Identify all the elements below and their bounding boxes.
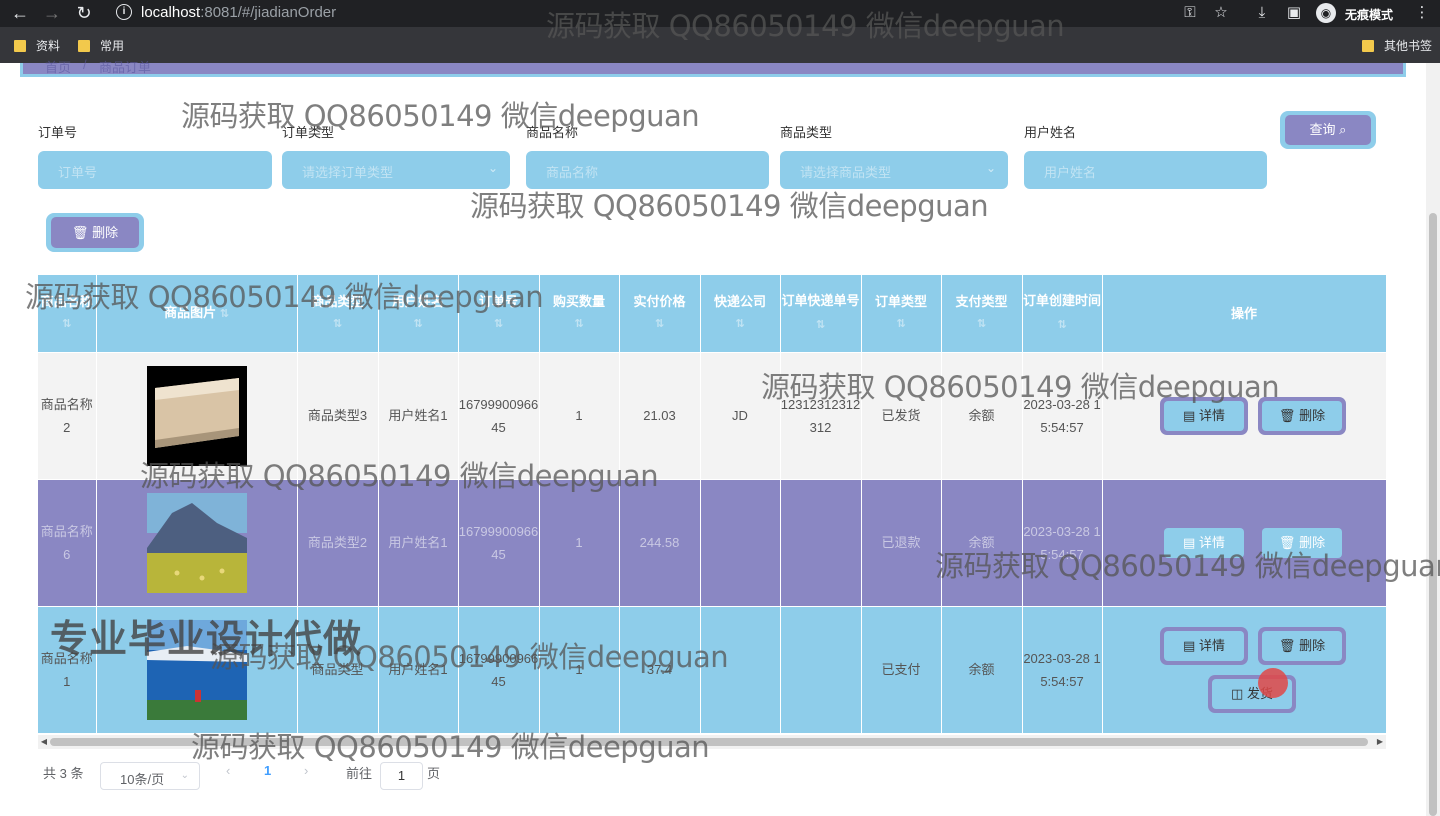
- search-icon: ⌕: [1339, 122, 1347, 137]
- folder-icon: [14, 40, 26, 52]
- cell-user: 用户姓名1: [378, 478, 459, 606]
- breadcrumb-separator: /: [83, 57, 87, 72]
- site-info-icon[interactable]: i: [116, 4, 132, 20]
- col-header[interactable]: 订单创建时间 ⇅: [1022, 275, 1103, 352]
- cell-actions: [1102, 605, 1387, 733]
- sort-icon[interactable]: ⇅: [379, 313, 458, 336]
- product-type-label: 商品类型: [780, 125, 833, 140]
- sidebar-icon[interactable]: ▣: [1284, 3, 1304, 23]
- vertical-scrollbar[interactable]: [1426, 63, 1440, 816]
- cell-name: 商品名称2: [38, 351, 97, 479]
- sort-icon[interactable]: ⇅: [540, 313, 619, 336]
- watermark: 源码获取 QQ86050149 微信deepguan: [25, 280, 544, 314]
- document-icon: ▤: [1183, 408, 1196, 423]
- forward-icon[interactable]: →: [42, 3, 62, 23]
- bookmark-folder[interactable]: 常用: [78, 37, 124, 54]
- product-image[interactable]: [146, 365, 247, 466]
- col-header[interactable]: 快递公司 ⇅: [700, 275, 781, 352]
- watermark: 源码获取 QQ86050149 微信deepguan: [181, 99, 700, 133]
- star-icon[interactable]: ☆: [1211, 3, 1231, 23]
- sort-icon[interactable]: ⇅: [298, 313, 378, 336]
- watermark: 源码获取 QQ86050149 微信deepguan: [140, 459, 659, 493]
- back-icon[interactable]: ←: [10, 3, 30, 23]
- bookmark-folder[interactable]: 资料: [14, 37, 60, 54]
- book-icon: ◫: [1231, 686, 1244, 701]
- watermark: 源码获取 QQ86050149 微信deepguan: [191, 730, 710, 764]
- sort-icon[interactable]: ⇅: [862, 313, 941, 336]
- col-header: 操作: [1102, 275, 1387, 352]
- trash-icon: 🗑: [1278, 638, 1296, 653]
- cell-order-type: 已支付: [861, 605, 942, 733]
- menu-icon[interactable]: ⋮: [1412, 3, 1432, 23]
- watermark: 源码获取 QQ86050149 微信deepguan: [470, 189, 989, 223]
- sort-icon[interactable]: ⇅: [816, 319, 825, 331]
- col-header[interactable]: 订单快递单号 ⇅: [780, 275, 862, 352]
- sort-icon[interactable]: ⇅: [701, 313, 780, 336]
- batch-delete-button[interactable]: 🗑 删除: [46, 213, 144, 252]
- cell-image: [96, 478, 298, 606]
- sort-icon[interactable]: ⇅: [459, 313, 539, 336]
- goto-page-input[interactable]: 1: [380, 762, 423, 790]
- breadcrumb: 首页 / 商品订单: [20, 57, 1406, 77]
- incognito-label: 无痕模式: [1345, 8, 1394, 22]
- sort-icon[interactable]: ⇅: [620, 313, 700, 336]
- scrollbar-thumb[interactable]: [1429, 213, 1437, 816]
- watermark: 源码获取 QQ86050149 微信deepguan: [761, 370, 1280, 404]
- sort-icon[interactable]: ⇅: [1057, 319, 1066, 331]
- download-icon[interactable]: ⤓: [1252, 3, 1272, 23]
- delete-button[interactable]: 🗑 删除: [1258, 627, 1346, 665]
- document-icon: ▤: [1183, 638, 1196, 653]
- cell-order-type: 已退款: [861, 478, 942, 606]
- scroll-left-icon[interactable]: ◀: [38, 735, 50, 749]
- watermark: 源码获取 QQ86050149 微信deepguan: [546, 9, 1065, 43]
- detail-button[interactable]: ▤ 详情: [1160, 627, 1248, 665]
- breadcrumb-home[interactable]: 首页: [45, 57, 71, 76]
- col-header[interactable]: 订单类型 ⇅: [861, 275, 942, 352]
- user-name-input[interactable]: 用户姓名: [1024, 151, 1267, 189]
- cell-pay-type: 余额: [941, 605, 1023, 733]
- cell-order-no: 1679990096645: [458, 478, 540, 606]
- col-header[interactable]: 购买数量 ⇅: [539, 275, 620, 352]
- pagination-total: 共 3 条: [43, 766, 84, 781]
- cell-price: 244.58: [619, 478, 701, 606]
- chevron-down-icon: ⌄: [985, 161, 996, 175]
- folder-icon: [1362, 40, 1374, 52]
- cell-express-no: [780, 478, 862, 606]
- address-bar[interactable]: localhost:8081/#/jiadianOrder: [141, 4, 336, 21]
- user-name-label: 用户姓名: [1024, 125, 1077, 140]
- chevron-down-icon: ⌄: [487, 161, 498, 175]
- cell-created: 2023-03-28 15:54:57: [1022, 605, 1103, 733]
- trash-icon: 🗑: [71, 225, 89, 240]
- col-header[interactable]: 实付价格 ⇅: [619, 275, 701, 352]
- sort-icon[interactable]: ⇅: [38, 313, 96, 336]
- watermark: 源码获取 QQ86050149 微信deepguan: [935, 549, 1440, 583]
- reload-icon[interactable]: ↻: [74, 3, 94, 23]
- chevron-down-icon: ⌄: [180, 770, 189, 781]
- trash-icon: 🗑: [1278, 408, 1296, 423]
- sort-icon[interactable]: ⇅: [942, 313, 1022, 336]
- cell-express: [700, 478, 781, 606]
- col-header[interactable]: 支付类型 ⇅: [941, 275, 1023, 352]
- other-bookmarks[interactable]: 其他书签: [1362, 37, 1432, 54]
- cursor-highlight: [1258, 668, 1288, 698]
- key-icon[interactable]: ⚿: [1180, 3, 1200, 23]
- cell-express-no: [780, 605, 862, 733]
- cell-type: 商品类型2: [297, 478, 379, 606]
- order-no-input[interactable]: 订单号: [38, 151, 272, 189]
- promo-watermark: 专业毕业设计代做: [50, 617, 363, 661]
- query-button[interactable]: 查询 ⌕: [1280, 111, 1376, 149]
- folder-icon: [78, 40, 90, 52]
- page-content: 首页 / 商品订单 订单号 订单类型 商品名称 商品类型 用户姓名 订单号 请选…: [0, 57, 1440, 816]
- order-no-label: 订单号: [38, 125, 78, 140]
- cell-qty: 1: [539, 478, 620, 606]
- product-image[interactable]: [146, 492, 247, 593]
- incognito-icon[interactable]: ◉: [1316, 3, 1336, 23]
- cell-name: 商品名称6: [38, 478, 97, 606]
- page-size-select[interactable]: 10条/页 ⌄: [100, 762, 200, 790]
- scroll-right-icon[interactable]: ▶: [1374, 735, 1386, 749]
- breadcrumb-current: 商品订单: [99, 60, 152, 75]
